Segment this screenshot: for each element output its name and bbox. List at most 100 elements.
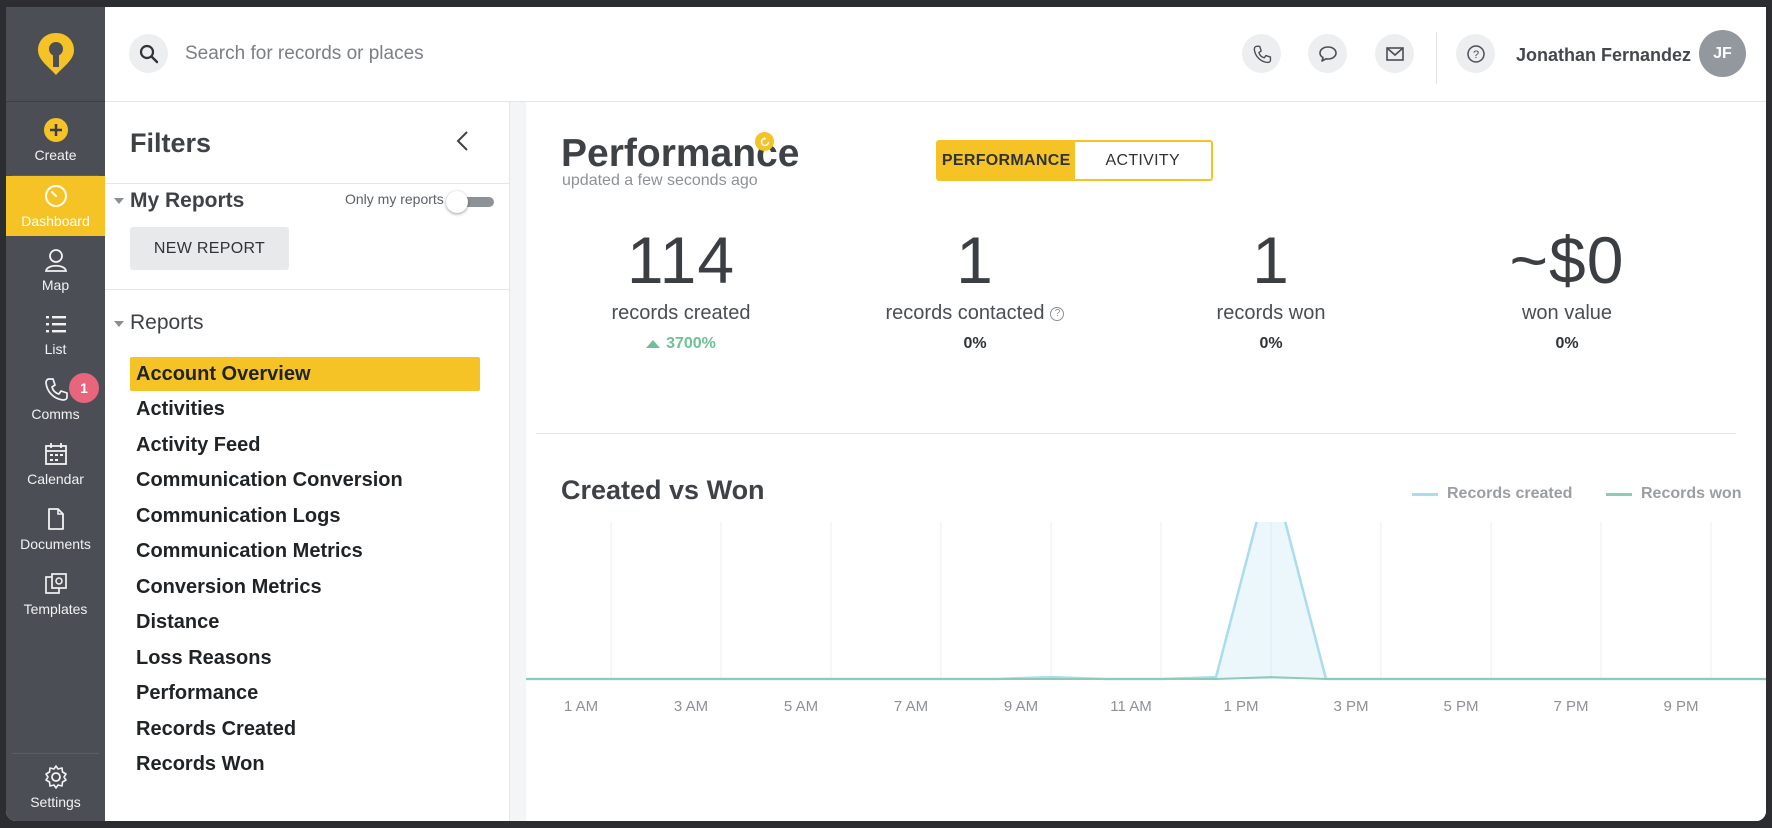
stat-value: 1 <box>1252 223 1290 297</box>
rail-comms[interactable]: Comms 1 <box>6 369 105 429</box>
toggle-knob <box>446 191 468 213</box>
gear-icon <box>44 765 67 789</box>
stat-records-created: 114 records created 3700% <box>546 220 816 353</box>
chevron-left-icon <box>456 131 468 151</box>
app-logo[interactable] <box>6 7 105 102</box>
avatar[interactable]: JF <box>1699 30 1746 77</box>
report-item-performance[interactable]: Performance <box>130 676 480 710</box>
legend-label: Records created <box>1447 485 1573 502</box>
stat-value: 114 <box>626 223 736 297</box>
rail-label-map: Map <box>41 277 70 293</box>
user-name[interactable]: Jonathan Fernandez <box>1516 45 1691 66</box>
mail-icon <box>1385 46 1404 61</box>
x-tick-label: 3 PM <box>1333 698 1368 715</box>
x-tick-label: 3 AM <box>674 698 708 715</box>
rail-create[interactable]: Create <box>6 110 105 170</box>
report-item-records-won[interactable]: Records Won <box>130 747 480 781</box>
dashboard-main: Performance updated a few seconds ago PE… <box>526 102 1766 821</box>
stat-delta: 0% <box>1555 335 1579 352</box>
rail-settings[interactable]: Settings <box>6 757 105 817</box>
collapse-filters-button[interactable] <box>448 126 478 156</box>
x-tick-label: 9 PM <box>1663 698 1698 715</box>
series-line-0[interactable] <box>526 522 1766 681</box>
call-button[interactable] <box>1242 34 1281 73</box>
report-item-activity-feed[interactable]: Activity Feed <box>130 428 480 462</box>
x-tick-label: 7 AM <box>894 698 928 715</box>
filters-panel: Filters My Reports Only my reports NEW R… <box>105 102 510 821</box>
person-pin-icon <box>44 249 67 272</box>
legend-records-won[interactable]: Records won <box>1606 485 1741 503</box>
tab-activity[interactable]: ACTIVITY <box>1075 142 1212 179</box>
rail-documents[interactable]: Documents <box>6 499 105 559</box>
legend-label: Records won <box>1641 485 1742 502</box>
search-button[interactable] <box>129 34 168 73</box>
top-bar-divider <box>1436 32 1437 84</box>
x-tick-label: 1 PM <box>1223 698 1258 715</box>
my-reports-heading[interactable]: My Reports <box>130 189 244 213</box>
new-report-button[interactable]: NEW REPORT <box>130 227 289 270</box>
report-item-communication-logs[interactable]: Communication Logs <box>130 499 480 533</box>
document-icon <box>47 508 64 530</box>
report-item-loss-reasons[interactable]: Loss Reasons <box>130 641 480 675</box>
rail-label-create: Create <box>34 147 77 163</box>
rail-label-list: List <box>44 341 67 357</box>
stat-delta: 0% <box>963 335 987 352</box>
filters-divider <box>105 289 509 290</box>
x-tick-label: 5 PM <box>1443 698 1478 715</box>
info-icon[interactable]: ? <box>1050 306 1065 321</box>
view-toggle: PERFORMANCE ACTIVITY <box>936 140 1213 181</box>
series-area-0 <box>526 522 1766 679</box>
report-item-distance[interactable]: Distance <box>130 605 480 639</box>
help-button[interactable]: ? <box>1456 34 1495 73</box>
report-item-activities[interactable]: Activities <box>130 392 480 426</box>
report-item-communication-conversion[interactable]: Communication Conversion <box>130 463 480 497</box>
email-button[interactable] <box>1375 34 1414 73</box>
search-icon <box>139 44 158 63</box>
rail-calendar[interactable]: Calendar <box>6 434 105 494</box>
stat-value: ~$0 <box>1509 223 1625 297</box>
rail-label-dashboard: Dashboard <box>21 213 90 229</box>
rail-list[interactable]: List <box>6 304 105 364</box>
svg-text:?: ? <box>1472 49 1478 61</box>
logo-pin-icon <box>37 33 74 75</box>
phone-icon <box>1253 45 1271 63</box>
stat-delta: 3700% <box>666 335 716 352</box>
created-vs-won-chart: 1 AM 3 AM 5 AM 7 AM 9 AM 11 AM 1 PM 3 PM 5 PM 7 P… <box>526 522 1766 715</box>
filters-title: Filters <box>130 128 212 158</box>
panel-gutter <box>510 102 526 821</box>
search-input[interactable] <box>185 40 685 68</box>
stat-records-contacted: 1 records contacted? 0% <box>840 220 1110 353</box>
only-my-reports-toggle[interactable] <box>446 191 494 213</box>
reports-heading[interactable]: Reports <box>130 311 204 335</box>
app-window: Create Dashboard Map List Comms 1 Calend… <box>6 7 1766 821</box>
refresh-button[interactable] <box>755 132 774 151</box>
legend-records-created[interactable]: Records created <box>1412 485 1572 503</box>
rail-map[interactable]: Map <box>6 240 105 300</box>
rail-templates[interactable]: Templates <box>6 564 105 624</box>
caret-down-icon[interactable] <box>114 198 124 204</box>
report-item-account-overview[interactable]: Account Overview <box>130 357 480 391</box>
legend-swatch <box>1412 492 1438 496</box>
chat-bubble-icon <box>1318 45 1337 62</box>
rail-dashboard[interactable]: Dashboard <box>6 176 105 236</box>
comms-unread-badge: 1 <box>69 373 99 403</box>
tab-performance[interactable]: PERFORMANCE <box>938 142 1075 179</box>
series-line-1[interactable] <box>526 676 1766 680</box>
x-tick-label: 1 AM <box>564 698 598 715</box>
x-tick-label: 7 PM <box>1553 698 1588 715</box>
plus-circle-icon <box>43 118 68 142</box>
stat-records-won: 1 records won 0% <box>1136 220 1406 353</box>
report-item-conversion-metrics[interactable]: Conversion Metrics <box>130 570 480 604</box>
report-item-communication-metrics[interactable]: Communication Metrics <box>130 534 480 568</box>
rail-divider-bottom <box>12 753 99 754</box>
list-icon <box>45 316 66 333</box>
trend-up-icon <box>646 340 661 348</box>
stat-label: records contacted <box>885 302 1045 324</box>
chat-button[interactable] <box>1308 34 1347 73</box>
filters-divider <box>105 183 509 184</box>
top-bar: ? Jonathan Fernandez JF <box>105 7 1766 102</box>
report-item-records-created[interactable]: Records Created <box>130 712 480 746</box>
chart-title: Created vs Won <box>561 475 765 505</box>
caret-down-icon[interactable] <box>114 321 124 327</box>
calendar-icon <box>44 443 67 465</box>
